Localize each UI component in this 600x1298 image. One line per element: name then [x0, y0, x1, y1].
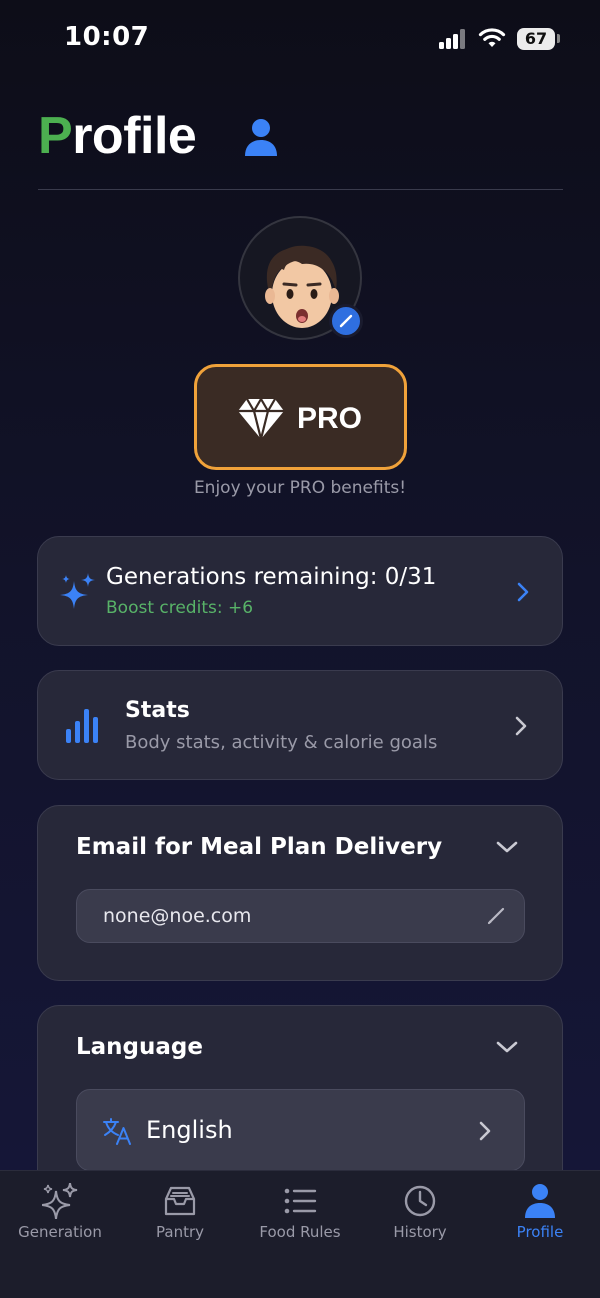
chevron-right-icon [517, 582, 529, 602]
page-title: Profile [38, 106, 197, 166]
translate-icon [103, 1118, 131, 1145]
pencil-icon[interactable] [486, 906, 506, 926]
tab-label: Profile [516, 1223, 564, 1241]
clock-icon [404, 1185, 436, 1217]
tab-label: Pantry [156, 1223, 204, 1241]
person-icon [245, 119, 277, 156]
generations-remaining: Generations remaining: 0/31 [106, 564, 437, 590]
chevron-right-icon [515, 716, 527, 736]
pro-subtitle: Enjoy your PRO benefits! [193, 478, 407, 498]
boost-credits: Boost credits: +6 [106, 598, 254, 618]
sparkles-icon [42, 1183, 78, 1219]
stats-card[interactable]: Stats Body stats, activity & calorie goa… [37, 670, 563, 780]
generations-card[interactable]: Generations remaining: 0/31 Boost credit… [37, 536, 563, 646]
stats-title: Stats [125, 698, 190, 723]
email-field[interactable]: none@noe.com [76, 889, 525, 943]
battery-tip [557, 34, 560, 43]
email-value: none@noe.com [103, 905, 252, 927]
sparkles-icon [60, 573, 95, 609]
chevron-down-icon[interactable] [496, 840, 518, 854]
tray-icon [164, 1186, 196, 1216]
page-title-first-letter: P [38, 107, 73, 165]
list-icon [284, 1188, 317, 1214]
language-selector[interactable]: English [76, 1089, 525, 1171]
tab-label: Generation [18, 1223, 102, 1241]
header-divider [38, 189, 563, 190]
battery-level: 67 [517, 28, 555, 50]
page-title-rest: rofile [72, 107, 197, 165]
pencil-icon [339, 314, 353, 328]
email-card: Email for Meal Plan Delivery none@noe.co… [37, 805, 563, 981]
email-section-title: Email for Meal Plan Delivery [76, 834, 443, 860]
tab-label: History [393, 1223, 447, 1241]
tab-bar: Generation Pantry Food Rules History Pro… [0, 1170, 600, 1298]
person-icon [525, 1184, 555, 1218]
tab-generation[interactable]: Generation [0, 1171, 120, 1271]
pro-label: PRO [297, 402, 363, 435]
language-value: English [146, 1116, 233, 1144]
tab-profile[interactable]: Profile [480, 1171, 600, 1271]
tab-food-rules[interactable]: Food Rules [240, 1171, 360, 1271]
status-bar: 10:07 67 [0, 0, 600, 80]
pro-badge[interactable]: PRO [194, 364, 407, 470]
stats-subtitle: Body stats, activity & calorie goals [125, 732, 438, 753]
diamond-icon [238, 397, 284, 441]
cellular-signal-icon [439, 29, 467, 49]
language-section-title: Language [76, 1034, 203, 1060]
status-time: 10:07 [64, 22, 150, 52]
chevron-right-icon [479, 1121, 491, 1141]
edit-avatar-button[interactable] [329, 304, 363, 338]
bar-chart-icon [66, 709, 98, 743]
tab-history[interactable]: History [360, 1171, 480, 1271]
tab-pantry[interactable]: Pantry [120, 1171, 240, 1271]
tab-label: Food Rules [259, 1223, 341, 1241]
chevron-down-icon[interactable] [496, 1040, 518, 1054]
wifi-icon [478, 28, 506, 47]
